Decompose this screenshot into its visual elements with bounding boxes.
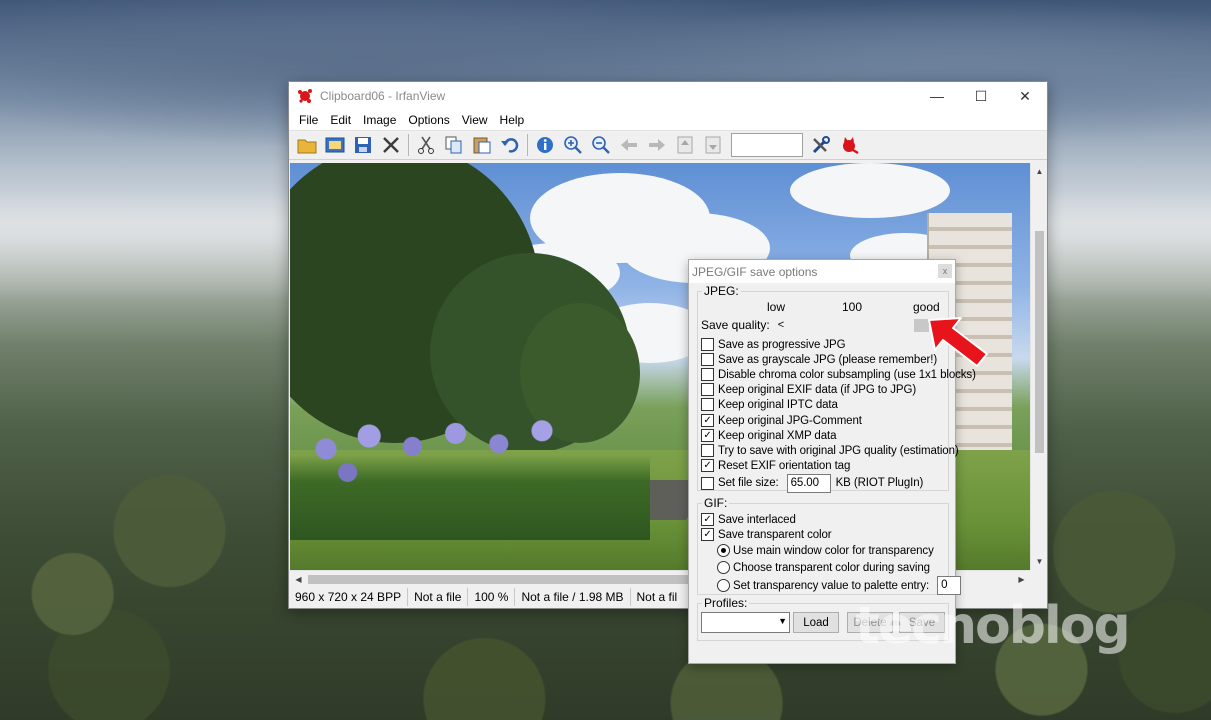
zoom-in-icon[interactable] xyxy=(559,132,587,158)
option-grayscale-jpg[interactable]: Save as grayscale JPG (please remember!) xyxy=(701,352,937,367)
option-save-transparent-color[interactable]: ✓ Save transparent color xyxy=(701,527,832,542)
cut-icon[interactable] xyxy=(412,132,440,158)
vertical-scroll-thumb[interactable] xyxy=(1035,231,1044,453)
scroll-down-icon[interactable]: ▼ xyxy=(1031,553,1048,570)
radio[interactable] xyxy=(717,579,730,592)
menu-file[interactable]: File xyxy=(293,113,324,127)
vertical-scrollbar[interactable]: ▲ ▼ xyxy=(1030,163,1047,570)
paste-icon[interactable] xyxy=(468,132,496,158)
red-highlight-arrow-icon xyxy=(928,317,988,367)
next-icon[interactable] xyxy=(643,132,671,158)
option-progressive-jpg[interactable]: Save as progressive JPG xyxy=(701,337,846,352)
jpeg-group: JPEG: low 100 good Save quality: < > Sav… xyxy=(697,284,976,493)
checkbox-checked[interactable]: ✓ xyxy=(701,414,714,427)
option-keep-iptc[interactable]: Keep original IPTC data xyxy=(701,397,838,412)
tecnoblog-watermark: tecnoblog xyxy=(855,596,1131,656)
menu-edit[interactable]: Edit xyxy=(324,113,357,127)
toolbar xyxy=(289,130,1047,160)
file-size-input[interactable]: 65.00 xyxy=(786,473,831,493)
slider-left-arrow-icon[interactable]: < xyxy=(778,318,784,332)
checkbox-checked[interactable]: ✓ xyxy=(701,528,714,541)
dialog-close-button[interactable]: x xyxy=(938,264,952,278)
option-reset-exif-orientation[interactable]: ✓ Reset EXIF orientation tag xyxy=(701,458,850,473)
previous-icon[interactable] xyxy=(615,132,643,158)
save-quality-label: Save quality: xyxy=(701,318,770,332)
palette-entry-input[interactable]: 0 xyxy=(937,576,962,595)
checkbox-checked[interactable]: ✓ xyxy=(701,459,714,472)
radio-main-window-color[interactable]: Use main window color for transparency xyxy=(717,543,934,558)
profiles-dropdown[interactable]: ▼ xyxy=(701,612,790,633)
radio-selected[interactable] xyxy=(717,544,730,557)
quality-value-label: 100 xyxy=(842,300,863,314)
radio-choose-during-saving[interactable]: Choose transparent color during saving xyxy=(717,560,930,575)
option-save-interlaced[interactable]: ✓ Save interlaced xyxy=(701,512,796,527)
last-page-icon[interactable] xyxy=(699,132,727,158)
checkbox[interactable] xyxy=(701,444,714,457)
gif-group-label: GIF: xyxy=(702,496,730,510)
checkbox[interactable] xyxy=(701,338,714,351)
option-original-jpg-quality[interactable]: Try to save with original JPG quality (e… xyxy=(701,443,959,458)
save-quality-slider[interactable]: < > xyxy=(778,318,945,332)
menu-view[interactable]: View xyxy=(456,113,494,127)
status-file: Not a file xyxy=(408,588,469,606)
slideshow-icon[interactable] xyxy=(321,132,349,158)
status-dimensions: 960 x 720 x 24 BPP xyxy=(289,588,409,606)
delete-icon[interactable] xyxy=(377,132,405,158)
toolbar-separator xyxy=(408,134,409,156)
flowers-photo xyxy=(290,410,650,540)
jpeg-group-label: JPEG: xyxy=(702,284,741,298)
title-bar[interactable]: Clipboard06 - IrfanView — ☐ ✕ xyxy=(289,82,1047,110)
maximize-button[interactable]: ☐ xyxy=(959,82,1003,110)
gif-group: GIF: ✓ Save interlaced ✓ Save transparent … xyxy=(697,496,962,595)
undo-icon[interactable] xyxy=(496,132,524,158)
status-file-size: Not a file / 1.98 MB xyxy=(515,588,631,606)
option-set-file-size[interactable]: Set file size: 65.00 KB (RIOT PlugIn) xyxy=(701,473,923,493)
save-icon[interactable] xyxy=(349,132,377,158)
irfanview-logo-icon xyxy=(296,87,314,105)
option-keep-exif[interactable]: Keep original EXIF data (if JPG to JPG) xyxy=(701,382,916,397)
zoom-out-icon[interactable] xyxy=(587,132,615,158)
dialog-title-bar[interactable]: JPEG/GIF save options x xyxy=(689,260,955,283)
scroll-up-icon[interactable]: ▲ xyxy=(1031,163,1048,180)
close-button[interactable]: ✕ xyxy=(1003,82,1047,110)
option-keep-xmp[interactable]: ✓ Keep original XMP data xyxy=(701,428,837,443)
checkbox[interactable] xyxy=(701,476,714,490)
checkbox[interactable] xyxy=(701,383,714,396)
first-page-icon[interactable] xyxy=(671,132,699,158)
checkbox[interactable] xyxy=(701,368,714,381)
checkbox[interactable] xyxy=(701,353,714,366)
radio[interactable] xyxy=(717,561,730,574)
settings-icon[interactable] xyxy=(807,132,835,158)
menu-bar: File Edit Image Options View Help xyxy=(289,110,1047,130)
window-title: Clipboard06 - IrfanView xyxy=(320,89,446,103)
irfanview-cat-icon[interactable] xyxy=(835,132,863,158)
checkbox-checked[interactable]: ✓ xyxy=(701,513,714,526)
quality-low-label: low xyxy=(767,300,786,314)
toolbar-separator xyxy=(527,134,528,156)
open-folder-icon[interactable] xyxy=(293,132,321,158)
radio-palette-entry[interactable]: Set transparency value to palette entry:… xyxy=(717,576,962,595)
info-icon[interactable] xyxy=(531,132,559,158)
option-keep-jpg-comment[interactable]: ✓ Keep original JPG-Comment xyxy=(701,413,862,428)
checkbox[interactable] xyxy=(701,398,714,411)
chevron-down-icon[interactable]: ▼ xyxy=(778,616,787,626)
menu-image[interactable]: Image xyxy=(357,113,402,127)
profiles-group-label: Profiles: xyxy=(702,596,750,610)
menu-help[interactable]: Help xyxy=(494,113,531,127)
page-number-input[interactable] xyxy=(731,133,803,157)
menu-options[interactable]: Options xyxy=(402,113,455,127)
status-zoom: 100 % xyxy=(468,588,516,606)
dialog-title: JPEG/GIF save options xyxy=(692,264,818,279)
status-file-2: Not a fil xyxy=(636,590,678,604)
copy-icon[interactable] xyxy=(440,132,468,158)
checkbox-checked[interactable]: ✓ xyxy=(701,429,714,442)
minimize-button[interactable]: — xyxy=(915,82,959,110)
profile-load-button[interactable]: Load xyxy=(793,612,839,633)
